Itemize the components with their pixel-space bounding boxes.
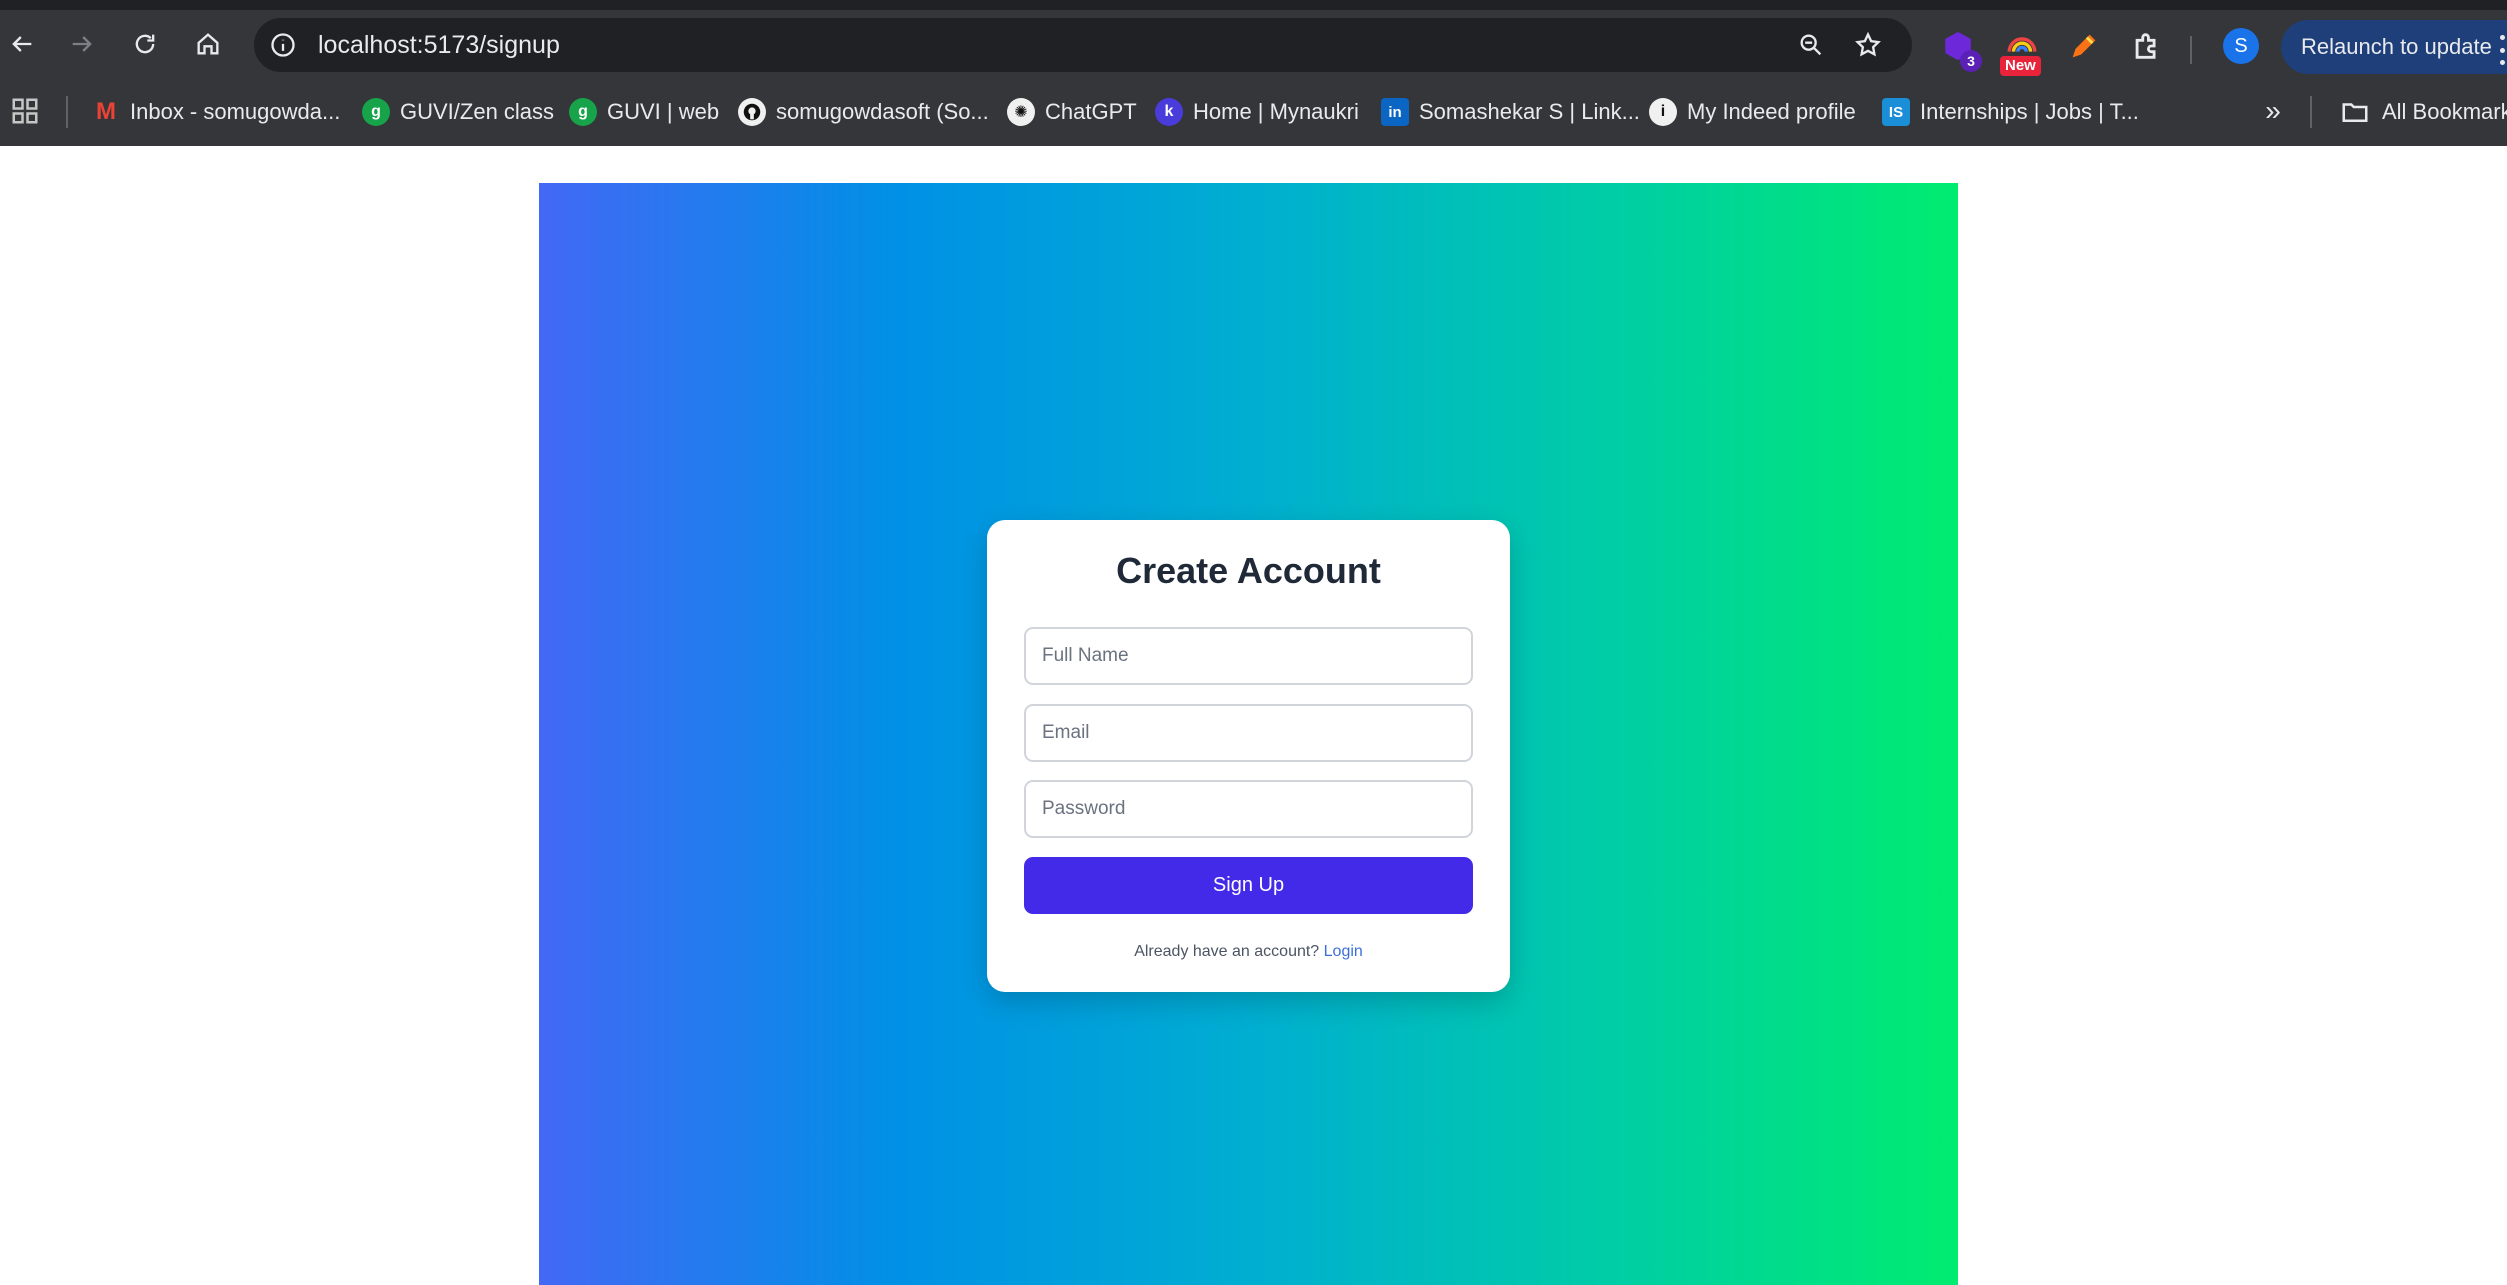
forward-button[interactable]	[60, 22, 104, 66]
tab-strip	[0, 0, 2507, 10]
bookmark-label: ChatGPT	[1045, 99, 1137, 124]
apps-grid-icon[interactable]	[10, 96, 40, 126]
bookmark-label: somugowdasoft (So...	[776, 99, 989, 124]
bookmark-label: Internships | Jobs | T...	[1920, 99, 2139, 124]
bookmark-guvi-zen[interactable]: g GUVI/Zen class	[362, 92, 554, 132]
home-button[interactable]	[186, 22, 230, 66]
all-bookmarks-label: All Bookmarks	[2382, 99, 2507, 124]
github-icon	[738, 98, 766, 126]
bookmark-chatgpt[interactable]: ✺ ChatGPT	[1007, 92, 1137, 132]
relaunch-button[interactable]: Relaunch to update	[2281, 20, 2507, 74]
bookmark-gmail[interactable]: M Inbox - somugowda...	[92, 92, 340, 132]
chatgpt-icon: ✺	[1007, 98, 1035, 126]
email-input[interactable]	[1024, 704, 1473, 762]
login-prompt-text: Already have an account?	[1134, 943, 1320, 960]
sign-up-button[interactable]: Sign Up	[1024, 857, 1473, 914]
page-viewport: Create Account Sign Up Already have an a…	[0, 146, 2507, 1285]
guvi-icon: g	[569, 98, 597, 126]
internshala-icon: IS	[1882, 98, 1910, 126]
bookmark-mynaukri[interactable]: k Home | Mynaukri	[1155, 92, 1359, 132]
reload-icon	[135, 34, 155, 54]
forward-arrow-icon	[72, 36, 92, 52]
linkedin-icon: in	[1381, 98, 1409, 126]
bookmark-internshala[interactable]: IS Internships | Jobs | T...	[1882, 92, 2139, 132]
login-prompt: Already have an account? Login	[987, 943, 1510, 961]
site-info-icon[interactable]	[266, 28, 300, 62]
extension-purple-icon[interactable]: 3	[1938, 26, 1982, 72]
extension-badge: 3	[1960, 50, 1982, 72]
browser-toolbar: localhost:5173/signup 3 New S Relaunch t…	[0, 10, 2507, 78]
gmail-icon: M	[96, 98, 116, 125]
bookmark-label: Home | Mynaukri	[1193, 99, 1359, 124]
bookmark-github[interactable]: somugowdasoft (So...	[738, 92, 989, 132]
bookmarks-divider	[66, 96, 68, 128]
page-title: Create Account	[1116, 550, 1381, 591]
bookmark-star-icon[interactable]	[1851, 28, 1885, 62]
profile-avatar[interactable]: S	[2223, 28, 2259, 64]
back-button[interactable]	[0, 22, 44, 66]
bookmark-label: GUVI/Zen class	[400, 99, 555, 124]
chrome-menu-icon[interactable]	[2497, 35, 2507, 65]
indeed-icon: i	[1649, 98, 1677, 126]
bookmark-label: Inbox - somugowda...	[130, 99, 341, 124]
extension-new-badge: New	[2000, 56, 2041, 76]
bookmark-label: My Indeed profile	[1687, 99, 1856, 124]
home-icon	[197, 33, 219, 55]
extension-pen-icon[interactable]	[2064, 26, 2104, 66]
more-bookmarks-icon[interactable]: »	[2258, 94, 2288, 128]
naukri-icon: k	[1155, 98, 1183, 126]
bookmarks-divider	[2310, 96, 2312, 128]
extensions-puzzle-icon[interactable]	[2127, 26, 2167, 66]
full-name-input[interactable]	[1024, 627, 1473, 685]
back-arrow-icon	[12, 36, 32, 52]
reload-button[interactable]	[123, 22, 167, 66]
zoom-icon[interactable]	[1794, 28, 1828, 62]
bookmark-indeed[interactable]: i My Indeed profile	[1649, 92, 1856, 132]
login-link[interactable]: Login	[1324, 943, 1363, 960]
bookmark-guvi-web[interactable]: g GUVI | web	[569, 92, 719, 132]
extension-rainbow-icon[interactable]: New	[2000, 26, 2042, 76]
url-text[interactable]: localhost:5173/signup	[318, 18, 560, 72]
bookmark-label: GUVI | web	[607, 99, 720, 124]
bookmarks-bar: M Inbox - somugowda... g GUVI/Zen class …	[0, 78, 2507, 146]
browser-chrome: localhost:5173/signup 3 New S Relaunch t…	[0, 0, 2507, 146]
folder-icon	[2342, 103, 2368, 122]
password-input[interactable]	[1024, 780, 1473, 838]
guvi-icon: g	[362, 98, 390, 126]
bookmark-linkedin[interactable]: in Somashekar S | Link...	[1381, 92, 1640, 132]
bookmark-label: Somashekar S | Link...	[1419, 99, 1640, 124]
address-bar[interactable]: localhost:5173/signup	[254, 18, 1912, 72]
toolbar-divider	[2190, 36, 2192, 64]
all-bookmarks-button[interactable]: All Bookmarks	[2340, 92, 2507, 132]
signup-card: Create Account Sign Up Already have an a…	[987, 520, 1510, 992]
